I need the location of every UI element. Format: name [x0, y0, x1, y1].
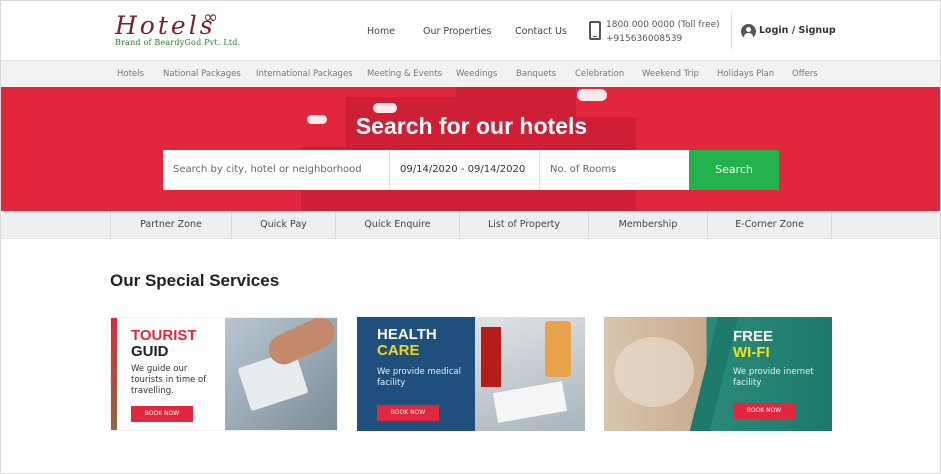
- quick-link-e-corner-zone[interactable]: E-Corner Zone: [707, 211, 832, 239]
- category-national-packages[interactable]: National Packages: [163, 69, 241, 79]
- card-heading-line2: WI-FI: [733, 344, 770, 361]
- service-card-tourist-guide[interactable]: TOURIST GUID We guide our tourists in ti…: [110, 317, 338, 431]
- header-divider: [731, 13, 732, 49]
- card-heading-line1: FREE: [733, 328, 774, 345]
- login-signup-link[interactable]: Login / Signup: [759, 25, 836, 36]
- toll-free-number: 1800 000 0000 (Toll free): [606, 20, 720, 30]
- card-heading-line1: HEALTH: [377, 326, 437, 343]
- card-heading-line2: CARE: [377, 342, 420, 359]
- category-meeting-events[interactable]: Meeting & Events: [367, 69, 442, 79]
- card-accent-bar: [111, 318, 117, 430]
- map-photo: [225, 318, 337, 430]
- service-card-free-wifi[interactable]: FREE WI-FI We provide inernet facility B…: [604, 317, 832, 431]
- category-weedings[interactable]: Weedings: [456, 69, 497, 79]
- book-now-button[interactable]: BOOK NOW: [377, 405, 439, 421]
- medical-supplies-photo: [475, 317, 585, 431]
- quick-link-quick-pay[interactable]: Quick Pay: [231, 211, 335, 239]
- quick-link-quick-enquire[interactable]: Quick Enquire: [335, 211, 459, 239]
- top-header: Hotels ∞ Brand of BeardyGod Pvt. Ltd. Ho…: [1, 1, 940, 61]
- mobile-number: +915636008539: [606, 34, 683, 44]
- book-now-button[interactable]: BOOK NOW: [131, 406, 193, 422]
- hero-title: Search for our hotels: [355, 113, 588, 139]
- quick-link-list-of-property[interactable]: List of Property: [459, 211, 588, 239]
- quick-link-partner-zone[interactable]: Partner Zone: [110, 211, 231, 239]
- category-international-packages[interactable]: International Packages: [256, 69, 353, 79]
- search-location-input[interactable]: Search by city, hotel or neighborhood: [163, 150, 390, 190]
- card-heading-line1: TOURIST: [131, 327, 197, 344]
- search-button[interactable]: Search: [689, 150, 779, 190]
- card-description: We guide our tourists in time of travell…: [131, 364, 207, 396]
- category-offers[interactable]: Offers: [792, 69, 818, 79]
- phone-info: 1800 000 0000 (Toll free) +915636008539: [606, 18, 720, 46]
- card-description: We provide inernet facility: [733, 367, 814, 388]
- date-range-input[interactable]: 09/14/2020 - 09/14/2020: [390, 150, 540, 190]
- search-form: Search by city, hotel or neighborhood 09…: [163, 150, 779, 190]
- nav-contact-us[interactable]: Contact Us: [515, 26, 567, 37]
- laptop-photo: [614, 337, 694, 407]
- cloud-icon: [577, 89, 607, 101]
- cloud-icon: [373, 103, 397, 113]
- card-description: We provide medical facility: [377, 367, 461, 388]
- nav-our-properties[interactable]: Our Properties: [423, 26, 491, 37]
- logo-tagline: Brand of BeardyGod Pvt. Ltd.: [115, 38, 241, 47]
- logo-wordmark: Hotels: [115, 11, 216, 40]
- nav-home[interactable]: Home: [367, 26, 395, 37]
- phone-icon: [589, 21, 601, 40]
- category-holidays-plan[interactable]: Holidays Plan: [717, 69, 774, 79]
- page: Hotels ∞ Brand of BeardyGod Pvt. Ltd. Ho…: [0, 0, 941, 474]
- site-logo[interactable]: Hotels ∞ Brand of BeardyGod Pvt. Ltd.: [115, 7, 241, 47]
- quick-links-bar: Partner Zone Quick Pay Quick Enquire Lis…: [1, 211, 940, 239]
- building-illustration: [456, 87, 576, 211]
- category-hotels[interactable]: Hotels: [117, 69, 144, 79]
- category-bar: Hotels National Packages International P…: [1, 60, 940, 87]
- user-icon[interactable]: [741, 24, 756, 39]
- hero-banner: Search for our hotels Search by city, ho…: [1, 87, 940, 211]
- category-banquets[interactable]: Banquets: [516, 69, 556, 79]
- book-now-button[interactable]: BOOK NOW: [733, 403, 795, 419]
- infinity-icon: ∞: [203, 7, 218, 28]
- category-celebration[interactable]: Celebration: [575, 69, 624, 79]
- category-weekend-trip[interactable]: Weekend Trip: [642, 69, 699, 79]
- section-title: Our Special Services: [110, 271, 280, 290]
- rooms-input[interactable]: No. of Rooms: [540, 150, 689, 190]
- card-heading-line2: GUID: [131, 343, 169, 360]
- service-card-health-care[interactable]: HEALTH CARE We provide medical facility …: [357, 317, 585, 431]
- quick-link-membership[interactable]: Membership: [588, 211, 707, 239]
